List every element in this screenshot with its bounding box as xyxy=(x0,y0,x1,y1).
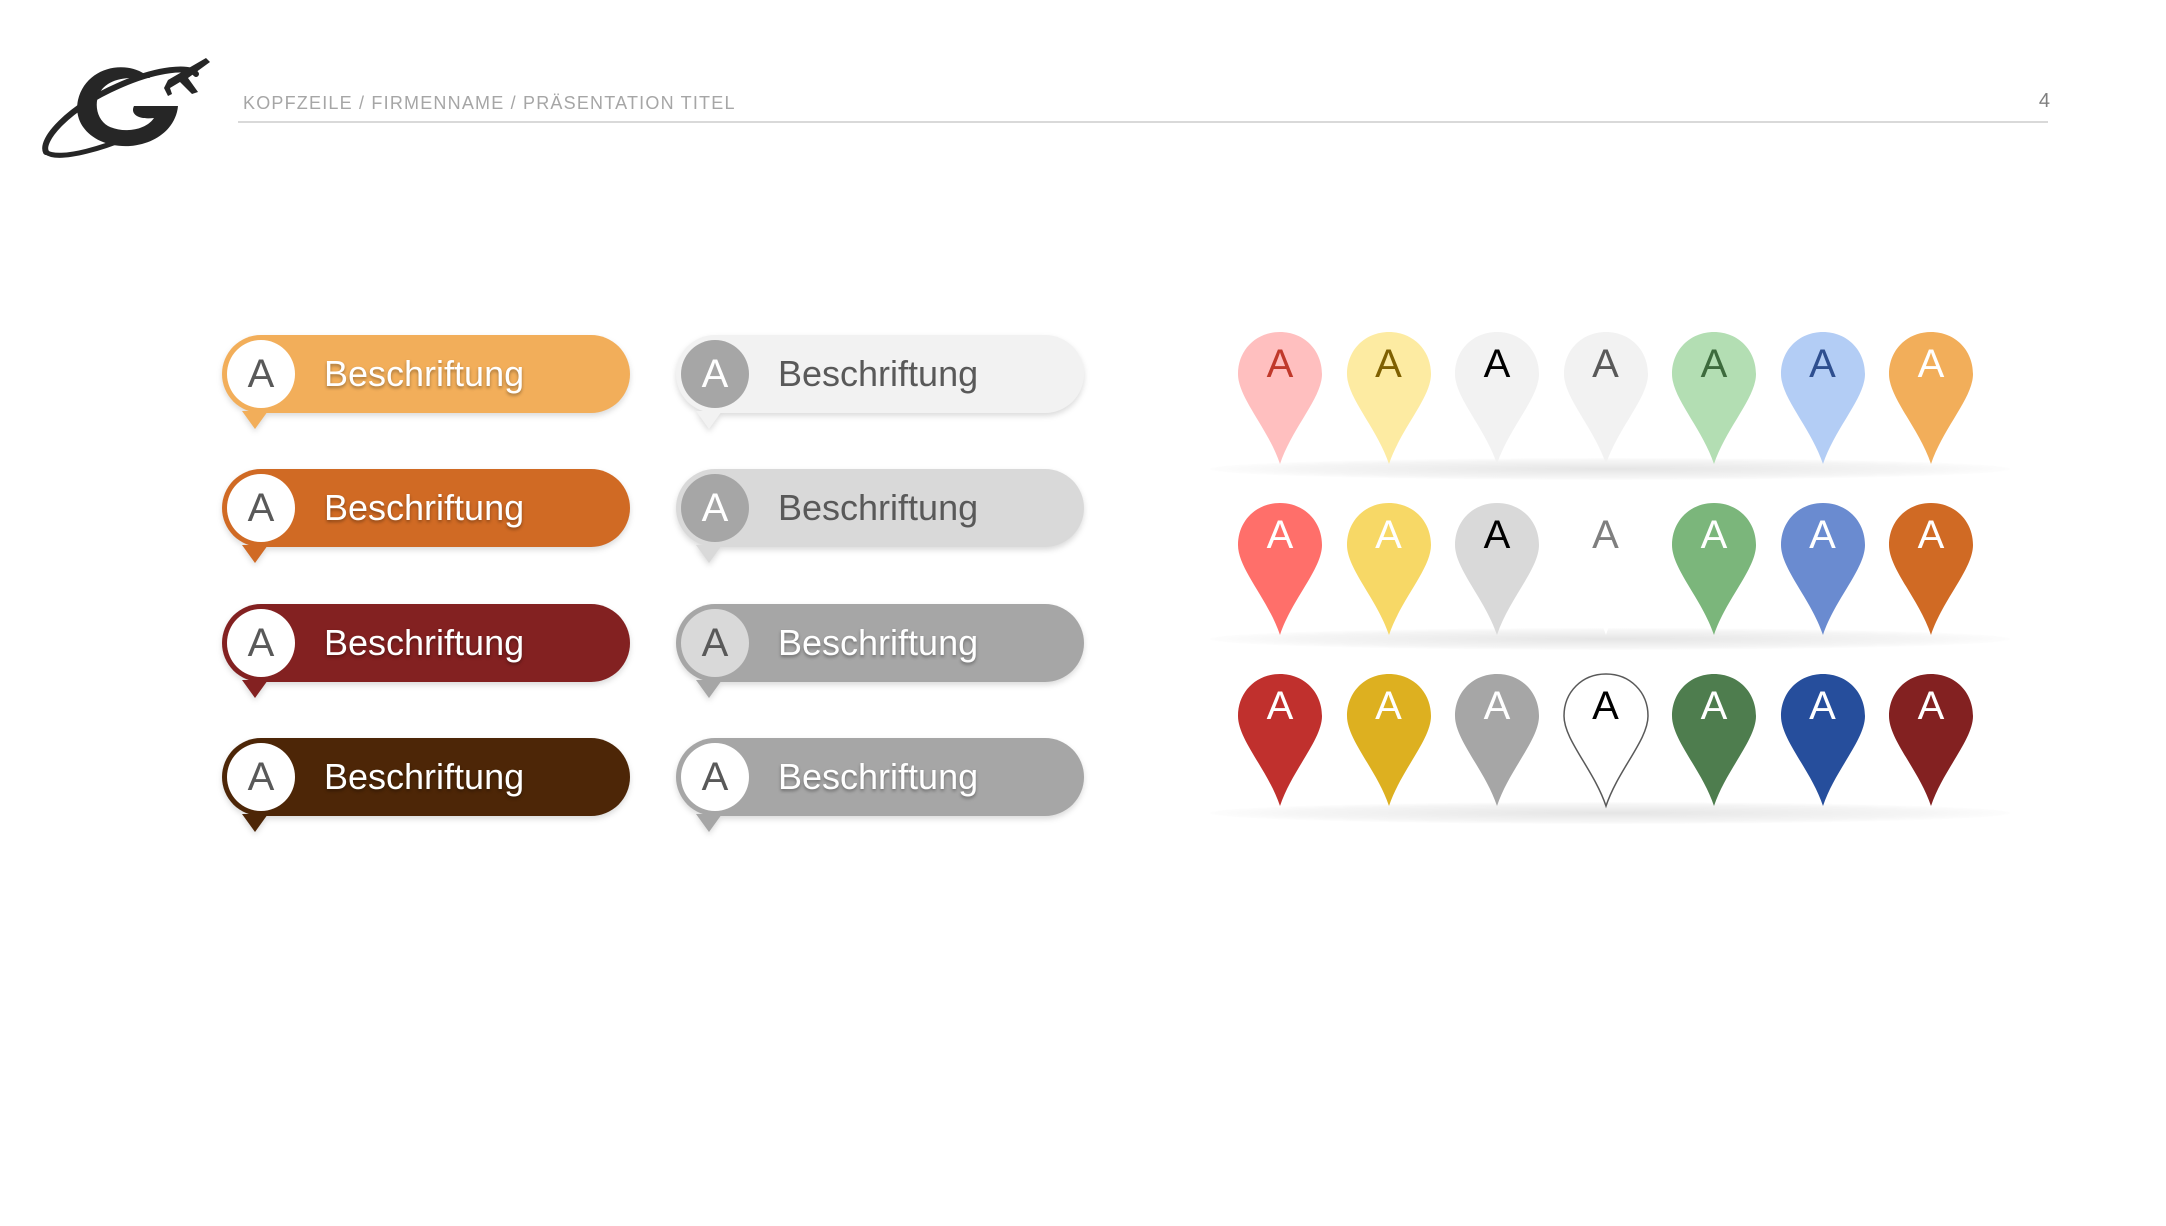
airplane-orbit-logo xyxy=(42,58,210,158)
callout-tail xyxy=(242,411,268,429)
label-callout: A Beschriftung xyxy=(222,469,630,563)
pin-letter: A xyxy=(1375,513,1402,557)
label-text: Beschriftung xyxy=(778,353,979,394)
label-callout: A Beschriftung xyxy=(676,469,1084,563)
label-callout: A Beschriftung xyxy=(676,604,1084,698)
map-pin: A xyxy=(1779,330,1867,468)
label-text: Beschriftung xyxy=(778,487,979,528)
map-pin: A xyxy=(1453,330,1541,468)
callout-tail xyxy=(242,545,268,563)
pin-letter: A xyxy=(1809,513,1836,557)
label-text: Beschriftung xyxy=(778,756,979,797)
map-pin: A xyxy=(1562,330,1650,468)
map-pin: A xyxy=(1887,330,1975,468)
map-pin: A xyxy=(1562,672,1650,810)
label-callout: A Beschriftung xyxy=(222,335,630,429)
pin-letter: A xyxy=(1917,342,1945,386)
label-callout: A Beschriftung xyxy=(222,604,630,698)
callout-tail xyxy=(696,680,722,698)
callout-tail xyxy=(242,814,268,832)
pin-letter: A xyxy=(1266,513,1294,557)
pin-letter: A xyxy=(1592,342,1619,386)
pin-letter: A xyxy=(1809,684,1836,728)
pin-letter: A xyxy=(1483,342,1511,386)
map-pin: A xyxy=(1236,672,1324,810)
pin-letter: A xyxy=(1483,684,1511,728)
pin-letter: A xyxy=(1917,684,1945,728)
pin-letter: A xyxy=(1266,684,1294,728)
header-divider xyxy=(238,121,2048,123)
callout-tail xyxy=(242,680,268,698)
map-pin: A xyxy=(1887,672,1975,810)
pin-letter: A xyxy=(1375,684,1402,728)
label-text: Beschriftung xyxy=(324,622,525,663)
pin-letter: A xyxy=(1917,513,1945,557)
callout-tail xyxy=(696,814,722,832)
label-text: Beschriftung xyxy=(778,622,979,663)
pin-letter: A xyxy=(1266,342,1294,386)
pin-letter: A xyxy=(1700,684,1728,728)
label-letter: A xyxy=(681,743,749,811)
pin-letter: A xyxy=(1700,342,1728,386)
map-pin-grid: A A A A A A A A A A A A A A A A A A A A A xyxy=(1190,330,2030,830)
map-pin: A xyxy=(1453,501,1541,639)
header-title: KOPFZEILE / FIRMENNAME / PRÄSENTATION TI… xyxy=(243,93,736,113)
label-text: Beschriftung xyxy=(324,756,525,797)
map-pin: A xyxy=(1453,672,1541,810)
map-pin: A xyxy=(1345,330,1433,468)
pin-letter: A xyxy=(1483,513,1511,557)
callout-tail xyxy=(696,411,722,429)
label-text: Beschriftung xyxy=(324,487,525,528)
map-pin: A xyxy=(1345,501,1433,639)
map-pin: A xyxy=(1779,501,1867,639)
map-pin: A xyxy=(1887,501,1975,639)
label-callout: A Beschriftung xyxy=(676,335,1084,429)
label-callout: A Beschriftung xyxy=(676,738,1084,832)
map-pin: A xyxy=(1236,501,1324,639)
map-pin: A xyxy=(1670,672,1758,810)
map-pin: A xyxy=(1345,672,1433,810)
label-callout: A Beschriftung xyxy=(222,738,630,832)
label-text: Beschriftung xyxy=(324,353,525,394)
label-letter: A xyxy=(227,474,295,542)
label-letter: A xyxy=(227,609,295,677)
label-letter: A xyxy=(681,474,749,542)
page-number: 4 xyxy=(2038,90,2050,112)
pin-letter: A xyxy=(1592,684,1619,728)
label-letter: A xyxy=(227,340,295,408)
map-pin: A xyxy=(1670,330,1758,468)
map-pin: A xyxy=(1562,501,1650,639)
map-pin: A xyxy=(1670,501,1758,639)
pin-letter: A xyxy=(1809,342,1836,386)
pin-letter: A xyxy=(1700,513,1728,557)
pin-letter: A xyxy=(1592,513,1619,557)
map-pin: A xyxy=(1779,672,1867,810)
map-pin: A xyxy=(1236,330,1324,468)
label-letter: A xyxy=(681,609,749,677)
label-letter: A xyxy=(227,743,295,811)
pin-letter: A xyxy=(1375,342,1402,386)
label-letter: A xyxy=(681,340,749,408)
callout-tail xyxy=(696,545,722,563)
